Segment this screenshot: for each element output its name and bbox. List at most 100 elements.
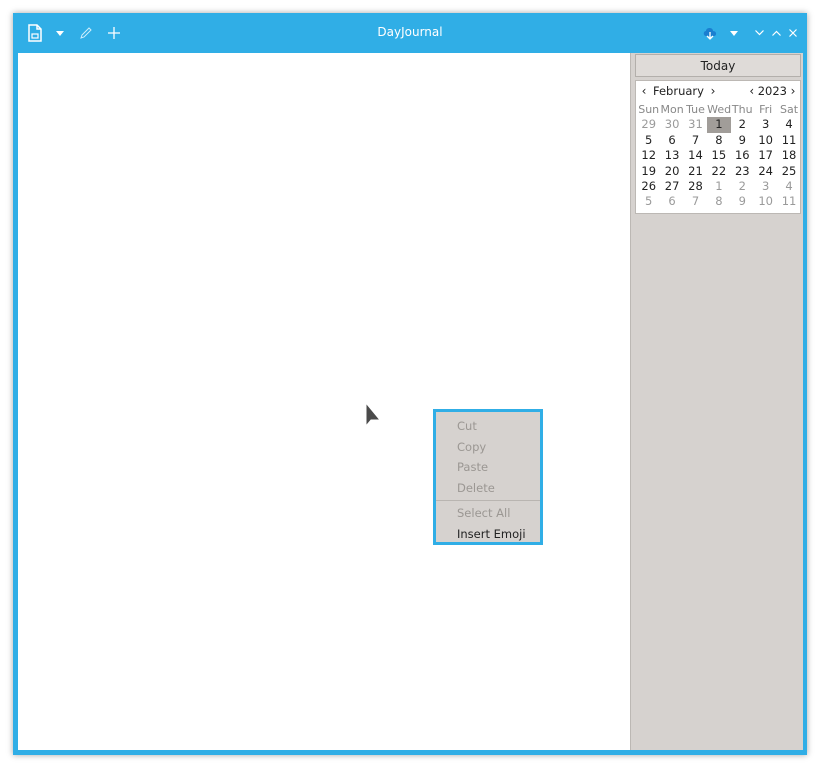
context-menu: Cut Copy Paste Delete Select All Insert … [433,409,543,545]
calendar-day[interactable]: 14 [684,148,707,163]
minimize-icon [754,30,764,36]
calendar-day[interactable]: 27 [660,179,683,194]
next-month-button[interactable]: › [707,84,719,98]
menu-item-select-all[interactable]: Select All [457,503,510,523]
weekday-label: Sat [780,103,799,116]
app-window: DayJournal Today ‹ February › ‹ 2023 › S… [13,13,807,755]
calendar-day[interactable]: 25 [777,164,800,179]
calendar-day[interactable]: 6 [660,194,683,209]
close-icon [789,29,797,37]
today-button[interactable]: Today [635,54,801,77]
calendar-grid: Sun Mon Tue Wed Thu Fri Sat 29 30 31 1 2 3 4 5 6 7 8 9 10 1… [637,102,801,210]
context-menu-body: Cut Copy Paste Delete Select All Insert … [436,412,540,542]
edit-button[interactable] [77,21,95,45]
calendar-day[interactable]: 5 [637,133,660,148]
calendar-day[interactable]: 10 [754,133,777,148]
weekday-label: Fri [759,103,773,116]
calendar-day[interactable]: 3 [754,179,777,194]
menu-item-paste[interactable]: Paste [457,457,488,477]
calendar-week-row: 5 6 7 8 9 10 11 [637,194,801,209]
prev-month-button[interactable]: ‹ [638,84,650,98]
journal-editor[interactable] [18,53,630,750]
prev-year-button[interactable]: ‹ [746,84,758,98]
calendar-day[interactable]: 11 [777,133,800,148]
calendar-day-selected[interactable]: 1 [707,117,731,133]
calendar-day[interactable]: 19 [637,164,660,179]
calendar-day[interactable]: 10 [754,194,777,209]
calendar-day[interactable]: 1 [707,179,730,194]
calendar-day[interactable]: 28 [684,179,707,194]
calendar-day[interactable]: 4 [777,117,800,132]
weekday-label: Wed [707,103,732,116]
minimize-button[interactable] [752,21,766,45]
new-entry-dropdown[interactable] [53,21,67,45]
calendar-day[interactable]: 7 [684,194,707,209]
new-document-icon [28,24,42,42]
caret-down-icon [730,30,738,36]
menu-item-delete[interactable]: Delete [457,478,495,498]
calendar-day[interactable]: 17 [754,148,777,163]
calendar-day[interactable]: 9 [731,133,754,148]
maximize-button[interactable] [769,21,783,45]
calendar-day[interactable]: 6 [660,133,683,148]
year-label[interactable]: 2023 [758,84,787,98]
calendar-day[interactable]: 3 [754,117,777,132]
plus-icon [108,27,120,39]
calendar-day[interactable]: 11 [777,194,800,209]
maximize-icon [771,30,781,36]
calendar-day[interactable]: 5 [637,194,660,209]
calendar-day[interactable]: 15 [707,148,730,163]
sidebar: Today ‹ February › ‹ 2023 › Sun Mon Tue Wed… [630,53,803,750]
menu-item-insert-emoji[interactable]: Insert Emoji [457,524,526,544]
calendar-day[interactable]: 26 [637,179,660,194]
calendar-week-row: 26 27 28 1 2 3 4 [637,179,801,194]
calendar-day[interactable]: 7 [684,133,707,148]
calendar-week-row: 29 30 31 1 2 3 4 [637,117,801,133]
weekday-header: Sun Mon Tue Wed Thu Fri Sat [637,102,801,117]
calendar-day[interactable]: 22 [707,164,730,179]
calendar-day[interactable]: 18 [777,148,800,163]
calendar-day[interactable]: 8 [707,133,730,148]
calendar-day[interactable]: 31 [684,117,707,132]
mouse-pointer-icon [365,402,381,428]
sync-dropdown[interactable] [727,21,741,45]
weekday-label: Thu [731,103,753,116]
weekday-label: Mon [660,103,684,116]
calendar-day[interactable]: 29 [637,117,660,132]
calendar-day[interactable]: 30 [660,117,683,132]
menu-separator [436,500,540,501]
pencil-icon [80,27,92,39]
calendar-day[interactable]: 4 [777,179,800,194]
weekday-label: Tue [686,103,705,116]
calendar-day[interactable]: 12 [637,148,660,163]
cloud-download-icon [703,28,717,40]
calendar-day[interactable]: 2 [731,179,754,194]
calendar-day[interactable]: 20 [660,164,683,179]
calendar-day[interactable]: 9 [731,194,754,209]
menu-item-cut[interactable]: Cut [457,416,477,436]
calendar-day[interactable]: 8 [707,194,730,209]
month-label[interactable]: February [650,84,707,98]
calendar-day[interactable]: 13 [660,148,683,163]
calendar-week-row: 19 20 21 22 23 24 25 [637,164,801,179]
calendar: ‹ February › ‹ 2023 › Sun Mon Tue Wed Thu Fri… [635,80,801,214]
new-entry-button[interactable] [25,21,45,45]
calendar-day[interactable]: 23 [731,164,754,179]
year-navigator: ‹ 2023 › [746,82,799,99]
close-button[interactable] [786,21,800,45]
weekday-label: Sun [638,103,660,116]
calendar-day[interactable]: 21 [684,164,707,179]
next-year-button[interactable]: › [787,84,799,98]
add-button[interactable] [105,21,123,45]
window-title: DayJournal [377,25,443,39]
calendar-day[interactable]: 16 [731,148,754,163]
sync-button[interactable] [701,21,719,45]
calendar-week-row: 12 13 14 15 16 17 18 [637,148,801,163]
month-navigator: ‹ February › [638,82,719,99]
calendar-day[interactable]: 2 [731,117,754,132]
caret-down-icon [56,30,64,36]
menu-item-copy[interactable]: Copy [457,437,486,457]
calendar-week-row: 5 6 7 8 9 10 11 [637,133,801,148]
title-bar[interactable]: DayJournal [13,13,807,53]
calendar-day[interactable]: 24 [754,164,777,179]
